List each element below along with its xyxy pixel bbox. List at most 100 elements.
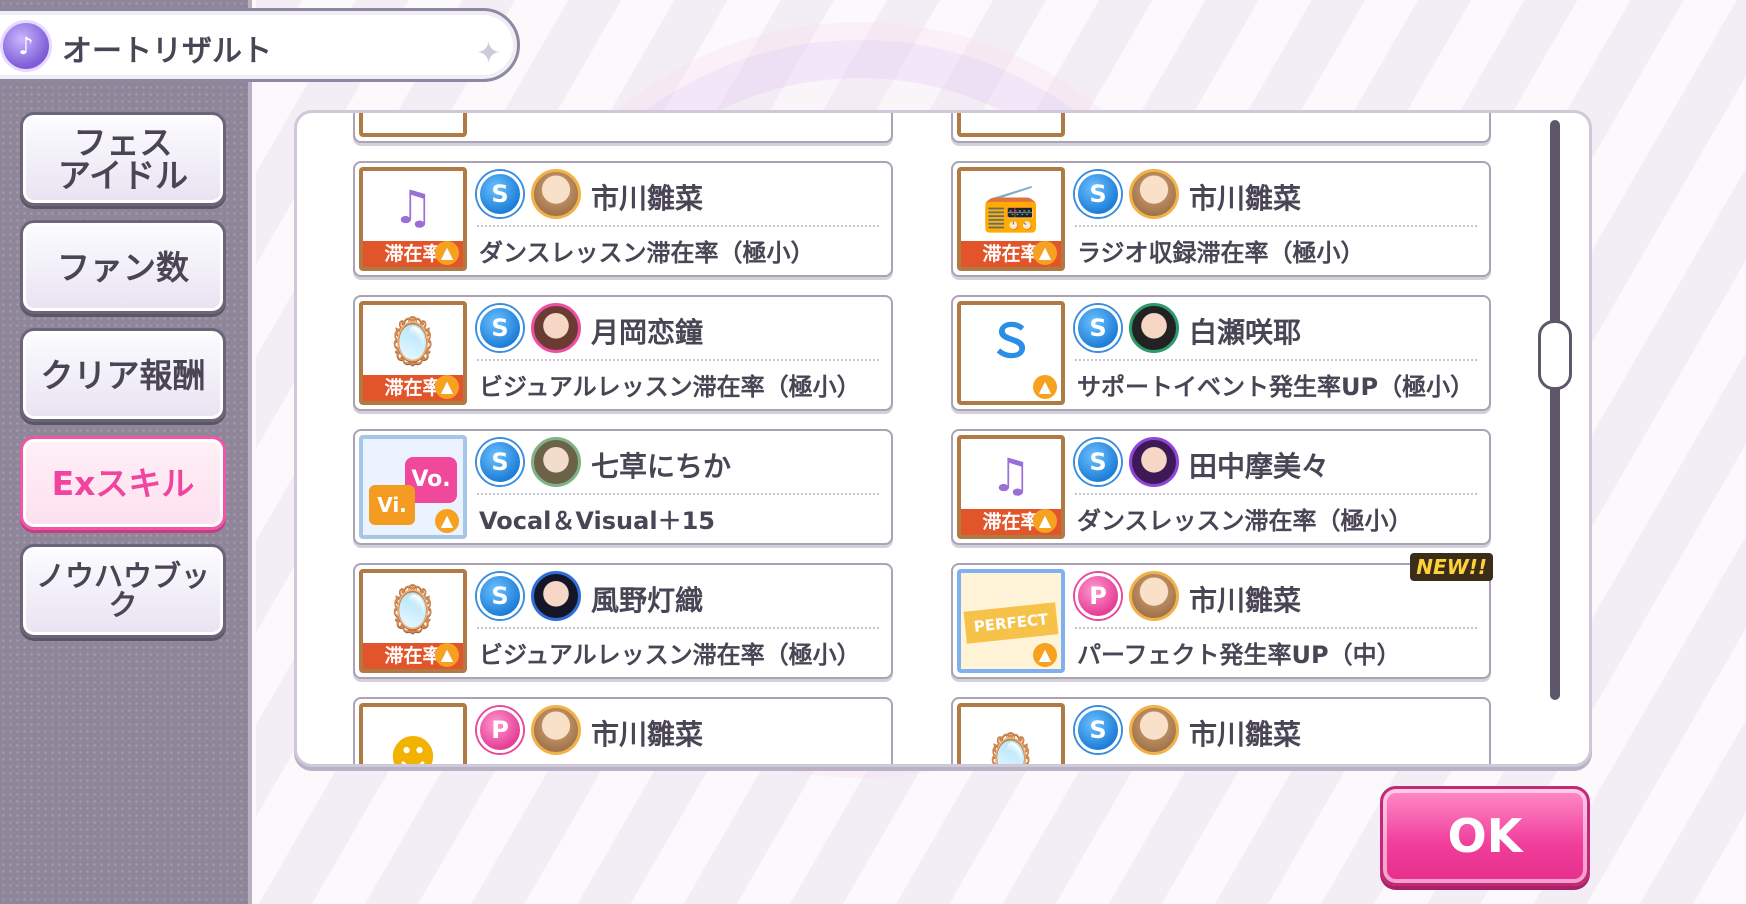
auto-result-icon: ♪ xyxy=(0,20,52,72)
avatar xyxy=(1129,705,1179,755)
smile-icon: ☻ xyxy=(359,703,467,764)
avatar xyxy=(531,571,581,621)
list-item[interactable]: Ｓ ▲ S 白瀬咲耶 サポートイベント発生率UP（極小） xyxy=(951,295,1491,411)
skill-type-icon: P xyxy=(1075,573,1121,619)
idol-name: 市川雛菜 xyxy=(1189,718,1302,751)
perfect-icon: PERFECT ▲ xyxy=(957,569,1065,673)
ok-button[interactable]: OK xyxy=(1380,786,1590,886)
divider xyxy=(477,225,879,227)
list-item[interactable]: Vo. Vi. ▲ S 七草にちか Vocal＆Visual＋15 xyxy=(353,429,893,545)
sidebar-item-label: クリア報酬 xyxy=(40,355,206,395)
up-arrow-icon: ▲ xyxy=(435,241,459,265)
skill-thumbnail xyxy=(359,113,467,137)
divider xyxy=(477,493,879,495)
avatar xyxy=(531,303,581,353)
scrollbar-track[interactable] xyxy=(1550,120,1560,700)
sidebar-item-fan-count[interactable]: ファン数 xyxy=(20,220,226,314)
divider xyxy=(1075,627,1477,629)
skill-type-icon: S xyxy=(477,573,523,619)
sidebar-item-knowhow-book[interactable]: ノウハウブック xyxy=(20,544,226,638)
list-item[interactable] xyxy=(353,113,893,143)
skill-description: サポートイベント発生率UP（極小） xyxy=(1077,373,1475,401)
skill-description: ダンスレッスン滞在率（極小） xyxy=(1077,507,1413,535)
idol-name: 市川雛菜 xyxy=(1189,182,1302,215)
sidebar-item-ex-skill[interactable]: Exスキル xyxy=(20,436,226,530)
list-item[interactable]: ♫ 滞在率 ▲ S 市川雛菜 ダンスレッスン滞在率（極小） xyxy=(353,161,893,277)
speaker-icon: ♫ 滞在率 ▲ xyxy=(957,435,1065,539)
visual-label: Vi. xyxy=(369,485,415,525)
list-item[interactable]: 🪞 滞在率 ▲ S 風野灯織 ビジュアルレッスン滞在率（極小） xyxy=(353,563,893,679)
idol-name: 七草にちか xyxy=(591,450,732,483)
divider xyxy=(477,627,879,629)
avatar xyxy=(1129,169,1179,219)
list-item[interactable]: PERFECT ▲ P 市川雛菜 パーフェクト発生率UP（中） NEW!! xyxy=(951,553,1493,679)
list-item[interactable]: ♫ 滞在率 ▲ S 田中摩美々 ダンスレッスン滞在率（極小） xyxy=(951,429,1491,545)
mirror-icon: 🪞 滞在率 ▲ xyxy=(359,569,467,673)
idol-name: 市川雛菜 xyxy=(591,182,704,215)
mirror-icon: 🪞 滞在率 ▲ xyxy=(359,301,467,405)
skill-type-icon: S xyxy=(1075,439,1121,485)
skill-type-icon: S xyxy=(1075,171,1121,217)
skill-description: ビジュアルレッスン滞在率（極小） xyxy=(479,641,861,669)
skill-thumbnail xyxy=(957,113,1065,137)
avatar xyxy=(1129,437,1179,487)
sidebar: フェス アイドル ファン数 クリア報酬 Exスキル ノウハウブック xyxy=(0,0,252,904)
support-event-icon: Ｓ ▲ xyxy=(957,301,1065,405)
up-arrow-icon: ▲ xyxy=(1033,509,1057,533)
skill-description: ビジュアルレッスン滞在率（極小） xyxy=(479,373,861,401)
divider xyxy=(1075,359,1477,361)
sidebar-item-label: ファン数 xyxy=(57,247,189,287)
skill-type-icon: S xyxy=(477,305,523,351)
avatar xyxy=(531,437,581,487)
list-item[interactable] xyxy=(951,113,1491,143)
list-item[interactable]: 🪞 S 市川雛菜 xyxy=(951,697,1491,764)
idol-name: 風野灯織 xyxy=(591,584,704,617)
sidebar-item-fes-idol[interactable]: フェス アイドル xyxy=(20,112,226,206)
up-arrow-icon: ▲ xyxy=(435,643,459,667)
avatar xyxy=(1129,303,1179,353)
up-arrow-icon: ▲ xyxy=(1033,241,1057,265)
skill-type-icon: S xyxy=(477,439,523,485)
ex-skill-list-panel[interactable]: ♫ 滞在率 ▲ S 市川雛菜 ダンスレッスン滞在率（極小） 📻 滞在率 ▲ S … xyxy=(294,110,1592,767)
ex-skill-list: ♫ 滞在率 ▲ S 市川雛菜 ダンスレッスン滞在率（極小） 📻 滞在率 ▲ S … xyxy=(353,113,1493,764)
divider xyxy=(1075,225,1477,227)
up-arrow-icon: ▲ xyxy=(1033,643,1057,667)
skill-description: Vocal＆Visual＋15 xyxy=(479,507,715,535)
list-item[interactable]: ☻ P 市川雛菜 xyxy=(353,697,893,764)
sidebar-item-label: Exスキル xyxy=(51,463,195,503)
skill-type-icon: S xyxy=(477,171,523,217)
divider xyxy=(477,359,879,361)
avatar xyxy=(531,169,581,219)
up-arrow-icon: ▲ xyxy=(1033,375,1057,399)
skill-type-icon: S xyxy=(1075,707,1121,753)
mirror-icon: 🪞 xyxy=(957,703,1065,764)
list-item[interactable]: 📻 滞在率 ▲ S 市川雛菜 ラジオ収録滞在率（極小） xyxy=(951,161,1491,277)
scrollbar-thumb[interactable] xyxy=(1538,320,1572,390)
sidebar-item-label: フェス アイドル xyxy=(57,123,189,195)
ok-button-label: OK xyxy=(1447,809,1523,863)
idol-name: 市川雛菜 xyxy=(591,718,704,751)
skill-type-icon: S xyxy=(1075,305,1121,351)
idol-name: 市川雛菜 xyxy=(1189,584,1302,617)
sidebar-item-clear-reward[interactable]: クリア報酬 xyxy=(20,328,226,422)
divider xyxy=(1075,493,1477,495)
perfect-label: PERFECT xyxy=(963,602,1059,644)
skill-description: ラジオ収録滞在率（極小） xyxy=(1077,239,1365,267)
skill-description: パーフェクト発生率UP（中） xyxy=(1077,641,1401,669)
vocal-visual-icon: Vo. Vi. ▲ xyxy=(359,435,467,539)
new-badge: NEW!! xyxy=(1410,553,1493,581)
up-arrow-icon: ▲ xyxy=(435,375,459,399)
up-arrow-icon: ▲ xyxy=(435,509,459,533)
avatar xyxy=(531,705,581,755)
skill-description: ダンスレッスン滞在率（極小） xyxy=(479,239,815,267)
idol-name: 月岡恋鐘 xyxy=(591,316,704,349)
sidebar-item-label: ノウハウブック xyxy=(35,559,210,622)
list-item[interactable]: 🪞 滞在率 ▲ S 月岡恋鐘 ビジュアルレッスン滞在率（極小） xyxy=(353,295,893,411)
sparkle-icon: ✦ xyxy=(476,36,502,71)
idol-name: 白瀬咲耶 xyxy=(1189,316,1302,349)
skill-type-icon: P xyxy=(477,707,523,753)
idol-name: 田中摩美々 xyxy=(1189,450,1330,483)
speaker-icon: ♫ 滞在率 ▲ xyxy=(359,167,467,271)
radio-icon: 📻 滞在率 ▲ xyxy=(957,167,1065,271)
avatar xyxy=(1129,571,1179,621)
